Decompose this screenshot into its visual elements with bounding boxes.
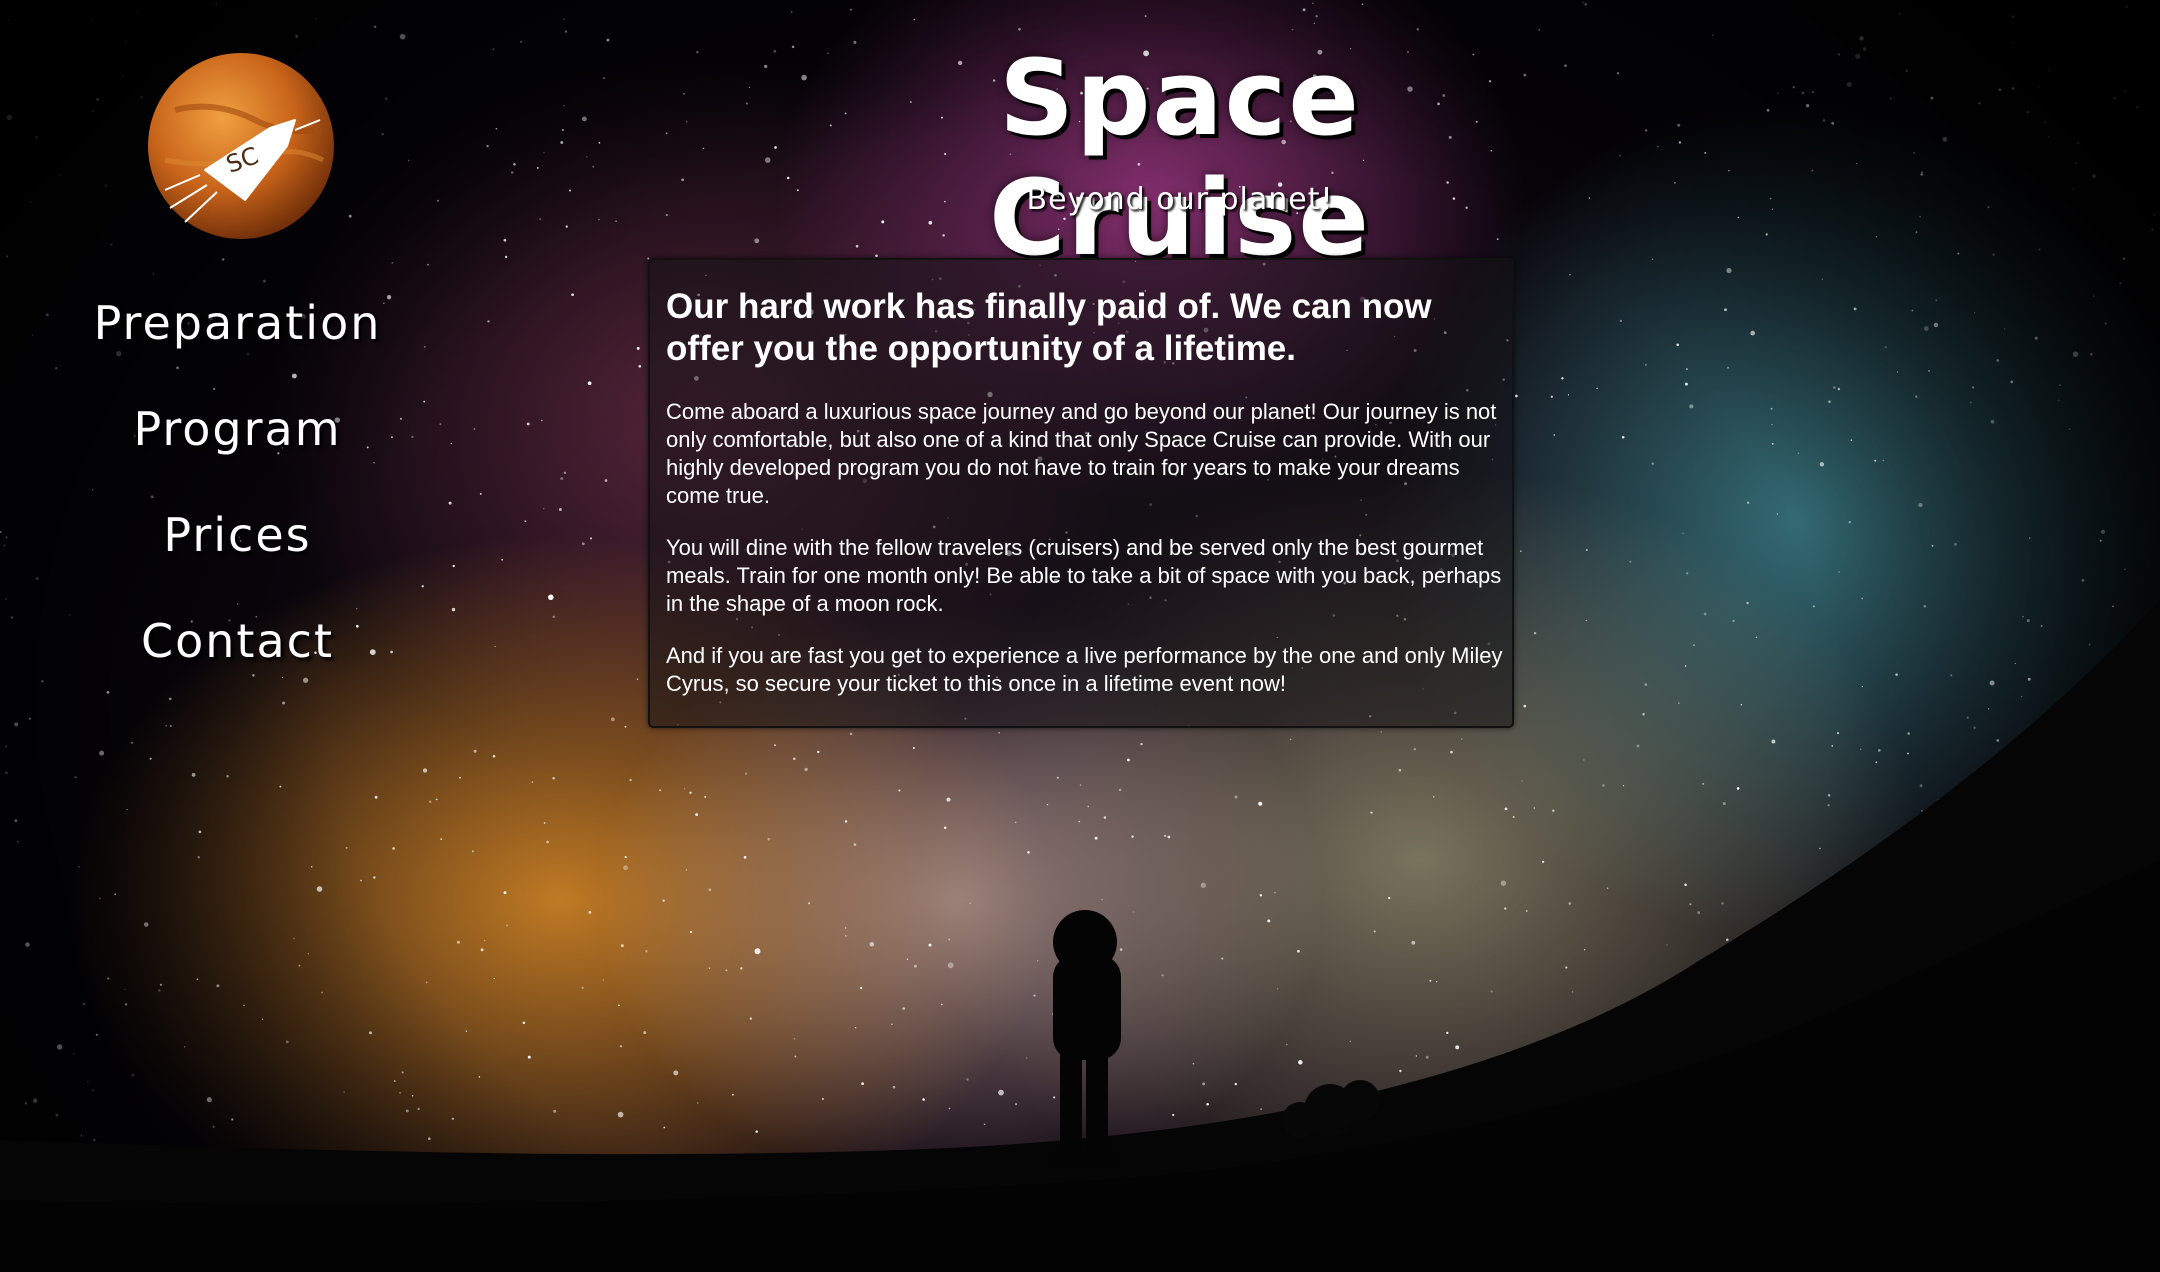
main-navigation: Preparation Program Prices Contact [60,270,415,694]
nav-link-program[interactable]: Program [133,402,341,456]
space-cruise-logo[interactable]: SC [145,50,337,242]
intro-heading: Our hard work has finally paid of. We ca… [666,287,1432,368]
nav-item-preparation: Preparation [60,270,415,376]
intro-paragraph-1: Come aboard a luxurious space journey an… [666,399,1497,508]
nav-item-program: Program [60,376,415,482]
nav-item-prices: Prices [60,482,415,588]
site-title: Space Cruise [989,37,1371,279]
site-tagline: Beyond our planet! [1026,182,1334,217]
nav-link-preparation[interactable]: Preparation [94,296,382,350]
astronaut-silhouette [1048,910,1121,1168]
nav-link-prices[interactable]: Prices [163,508,311,562]
intro-paragraph-2: You will dine with the fellow travelers … [666,535,1502,616]
page: SC Space Cruise Beyond our planet! Prepa… [0,0,2160,1272]
nav-item-contact: Contact [60,588,415,694]
intro-paragraph-3: And if you are fast you get to experienc… [666,643,1503,696]
intro-content-panel: Our hard work has finally paid of. We ca… [648,258,1514,728]
nav-link-contact[interactable]: Contact [141,614,334,668]
